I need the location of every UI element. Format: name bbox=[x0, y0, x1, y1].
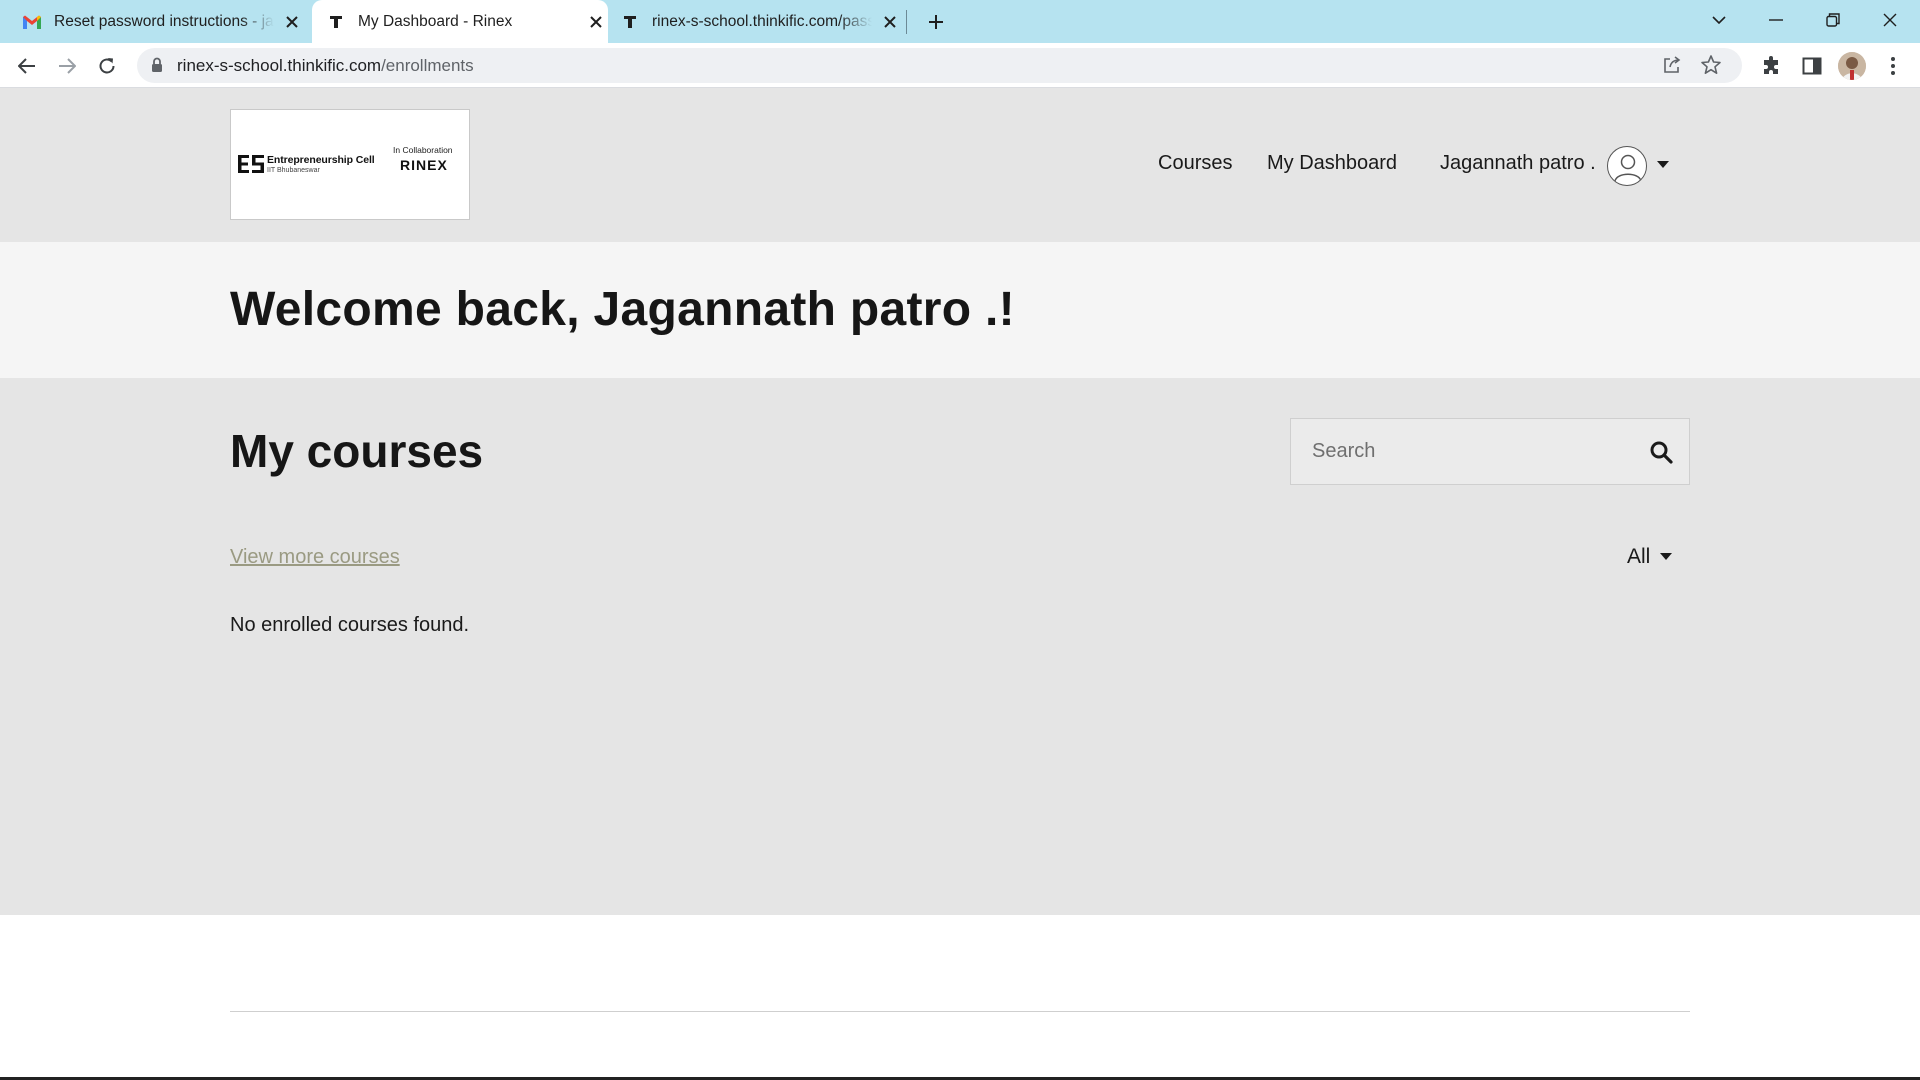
site-logo[interactable]: Entrepreneurship Cell IIT Bhubaneswar In… bbox=[230, 109, 470, 220]
side-panel-icon[interactable] bbox=[1799, 53, 1825, 79]
tab-title: Reset password instructions - jagannath bbox=[54, 12, 274, 30]
empty-state-message: No enrolled courses found. bbox=[230, 614, 470, 636]
close-icon[interactable] bbox=[280, 10, 304, 34]
logo-partner-name: RINEX bbox=[400, 157, 448, 173]
browser-tab-gmail[interactable]: Reset password instructions - jagannath bbox=[22, 0, 304, 43]
back-button[interactable] bbox=[10, 49, 44, 83]
chevron-down-icon bbox=[1660, 553, 1673, 560]
gmail-icon bbox=[22, 12, 42, 32]
logo-ecell-subtitle: IIT Bhubaneswar bbox=[267, 167, 320, 174]
welcome-heading: Welcome back, Jagannath patro .! bbox=[230, 283, 1015, 336]
browser-toolbar: rinex-s-school.thinkific.com/enrollments bbox=[0, 43, 1920, 88]
footer-divider bbox=[230, 1011, 1690, 1012]
thinkific-icon bbox=[326, 12, 346, 32]
minimize-button[interactable] bbox=[1748, 0, 1804, 40]
ecell-logo-icon bbox=[238, 155, 264, 173]
nav-courses-link[interactable]: Courses bbox=[1158, 152, 1232, 175]
restore-button[interactable] bbox=[1805, 0, 1861, 40]
url-text: rinex-s-school.thinkific.com/enrollments bbox=[177, 56, 474, 76]
tab-title: rinex-s-school.thinkific.com/password bbox=[652, 12, 872, 30]
tab-title: My Dashboard - Rinex bbox=[358, 12, 513, 30]
chevron-down-icon[interactable] bbox=[1657, 161, 1669, 169]
browser-menu-icon[interactable] bbox=[1880, 53, 1906, 79]
filter-selected-value: All bbox=[1627, 545, 1651, 568]
search-icon[interactable] bbox=[1647, 438, 1675, 466]
bookmark-star-icon[interactable] bbox=[1700, 54, 1722, 81]
tab-search-button[interactable] bbox=[1691, 0, 1747, 40]
view-more-courses-link[interactable]: View more courses bbox=[230, 546, 400, 569]
lock-icon bbox=[151, 57, 163, 78]
reload-button[interactable] bbox=[90, 49, 124, 83]
nav-dashboard-link[interactable]: My Dashboard bbox=[1267, 152, 1397, 175]
forward-button[interactable] bbox=[50, 49, 84, 83]
my-courses-section: My courses View more courses All No enro… bbox=[0, 378, 1920, 915]
browser-tab-dashboard[interactable]: My Dashboard - Rinex bbox=[312, 0, 608, 43]
new-tab-button[interactable] bbox=[922, 8, 950, 36]
browser-tabstrip: Reset password instructions - jagannath … bbox=[0, 0, 1920, 43]
thinkific-icon bbox=[620, 12, 640, 32]
my-courses-heading: My courses bbox=[230, 425, 484, 477]
profile-avatar[interactable] bbox=[1838, 52, 1866, 80]
close-icon[interactable] bbox=[584, 10, 608, 34]
close-icon[interactable] bbox=[878, 10, 902, 34]
search-input[interactable] bbox=[1291, 419, 1631, 483]
close-window-button[interactable] bbox=[1862, 0, 1918, 40]
address-bar[interactable]: rinex-s-school.thinkific.com/enrollments bbox=[137, 48, 1742, 83]
share-icon[interactable] bbox=[1662, 55, 1682, 80]
url-path: /enrollments bbox=[381, 56, 474, 75]
course-filter-dropdown[interactable]: All bbox=[1627, 545, 1673, 569]
user-menu-name[interactable]: Jagannath patro . bbox=[1440, 152, 1596, 175]
browser-tab-password[interactable]: rinex-s-school.thinkific.com/password bbox=[620, 0, 902, 43]
logo-ecell-name: Entrepreneurship Cell bbox=[267, 154, 375, 166]
extensions-icon[interactable] bbox=[1759, 53, 1785, 79]
course-search bbox=[1290, 418, 1690, 485]
url-host: rinex-s-school.thinkific.com bbox=[177, 56, 382, 75]
tab-separator bbox=[906, 10, 907, 34]
user-avatar-icon[interactable] bbox=[1607, 146, 1647, 186]
site-header: Entrepreneurship Cell IIT Bhubaneswar In… bbox=[0, 88, 1920, 242]
logo-collab-text: In Collaboration bbox=[393, 145, 453, 155]
welcome-banner: Welcome back, Jagannath patro .! bbox=[0, 242, 1920, 378]
